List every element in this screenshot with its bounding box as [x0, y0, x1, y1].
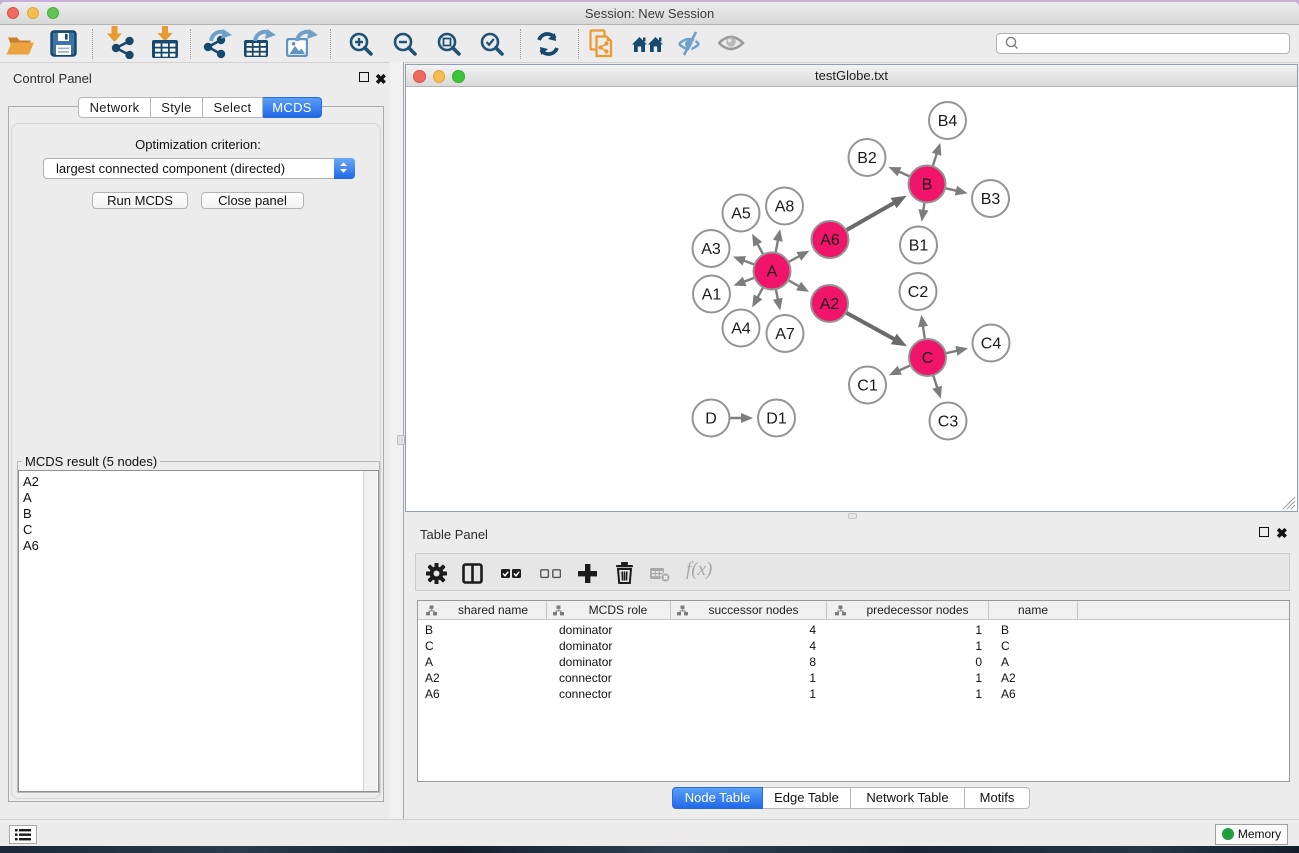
- svg-text:C2: C2: [908, 284, 929, 301]
- svg-text:B2: B2: [857, 150, 877, 167]
- svg-text:A5: A5: [731, 206, 751, 223]
- svg-text:A2: A2: [820, 296, 840, 313]
- svg-text:C1: C1: [857, 378, 878, 395]
- svg-text:A8: A8: [775, 199, 795, 216]
- svg-text:C4: C4: [981, 336, 1002, 353]
- svg-text:A: A: [767, 264, 778, 281]
- svg-text:B3: B3: [981, 191, 1001, 208]
- svg-text:B: B: [922, 177, 933, 194]
- svg-text:C3: C3: [938, 414, 959, 431]
- svg-text:B4: B4: [938, 113, 958, 130]
- svg-text:A4: A4: [731, 321, 751, 338]
- svg-text:C: C: [922, 350, 934, 367]
- svg-text:D: D: [705, 411, 717, 428]
- svg-text:A6: A6: [820, 232, 840, 249]
- svg-text:D1: D1: [766, 411, 787, 428]
- svg-text:A1: A1: [702, 287, 722, 304]
- svg-text:A3: A3: [701, 241, 721, 258]
- svg-text:A7: A7: [775, 326, 795, 343]
- svg-text:B1: B1: [909, 238, 929, 255]
